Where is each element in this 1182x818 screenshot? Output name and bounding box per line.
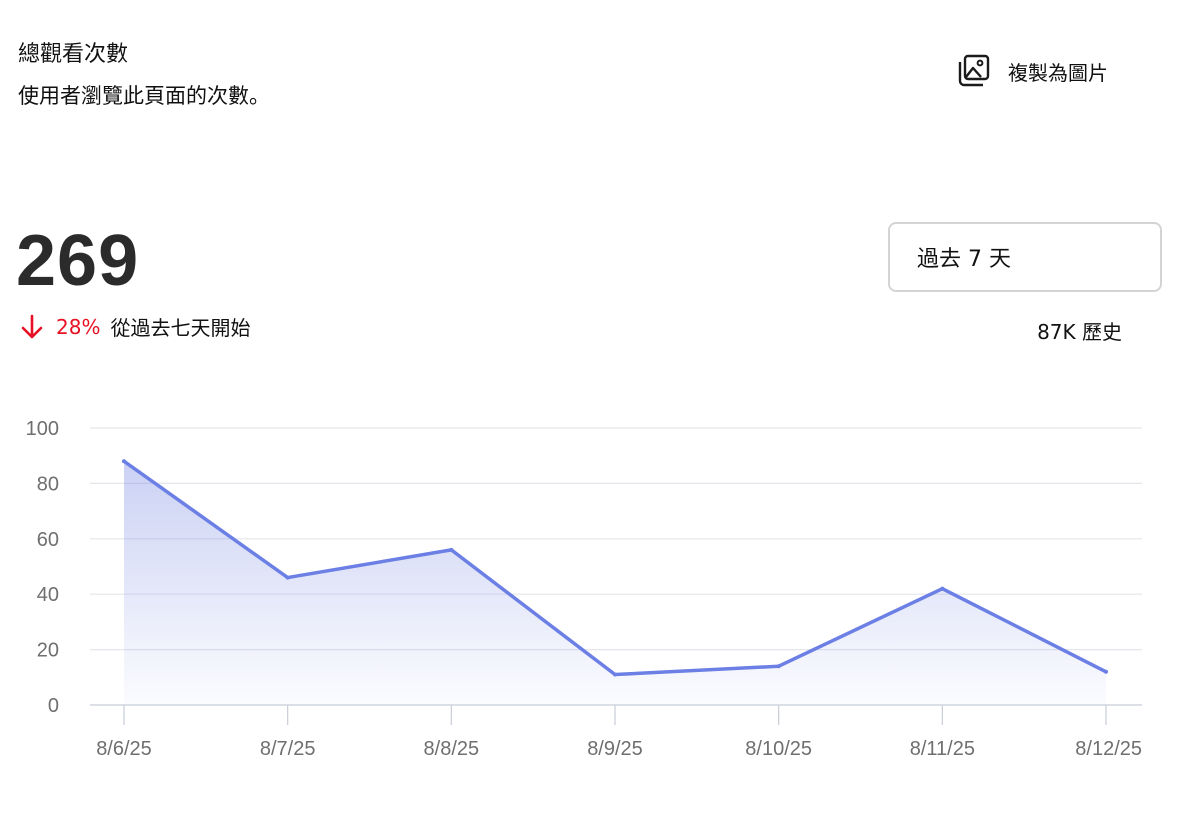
arrow-down-icon <box>21 314 43 338</box>
x-tick-label: 8/10/25 <box>745 738 812 760</box>
y-tick-label: 40 <box>37 584 59 606</box>
data-point <box>122 459 126 464</box>
x-tick-label: 8/11/25 <box>910 738 975 760</box>
x-tick-label: 8/7/25 <box>260 738 316 760</box>
x-tick-label: 8/6/25 <box>96 738 152 760</box>
y-tick-label: 100 <box>26 418 59 440</box>
copy-as-image-label: 複製為圖片 <box>1008 60 1108 85</box>
copy-as-image-button[interactable]: 複製為圖片 <box>956 52 1108 90</box>
x-tick-label: 8/8/25 <box>424 738 480 760</box>
data-point <box>449 547 454 552</box>
time-range-dropdown[interactable]: 過去 7 天 <box>888 222 1162 292</box>
change-percentage: 28% <box>56 314 101 339</box>
views-line-chart: 0 20 40 60 80 100 8/6/25 8/7/25 8/8/25 8/9/25 8/1… <box>26 418 1142 760</box>
y-tick-label: 0 <box>48 695 59 717</box>
total-views-value: 269 <box>16 221 140 301</box>
y-tick-label: 20 <box>37 640 59 662</box>
page-title: 總觀看次數 <box>18 42 129 67</box>
y-tick-label: 80 <box>37 473 59 495</box>
page-subtitle: 使用者瀏覽此頁面的次數。 <box>18 84 270 108</box>
data-point <box>1104 669 1108 674</box>
y-tick-label: 60 <box>37 529 59 551</box>
time-range-selected: 過去 7 天 <box>917 247 1011 272</box>
change-indicator: 28% 從過去七天開始 <box>20 312 250 341</box>
data-point <box>776 664 781 669</box>
data-point <box>285 575 290 580</box>
history-total: 87K 歷史 <box>1037 320 1122 344</box>
x-tick-label: 8/12/25 <box>1075 738 1142 760</box>
data-point <box>940 586 945 591</box>
data-point <box>613 672 617 677</box>
x-tick-label: 8/9/25 <box>587 738 643 760</box>
area-fill <box>124 461 1106 705</box>
image-icon <box>958 54 990 87</box>
change-description: 從過去七天開始 <box>110 316 251 340</box>
